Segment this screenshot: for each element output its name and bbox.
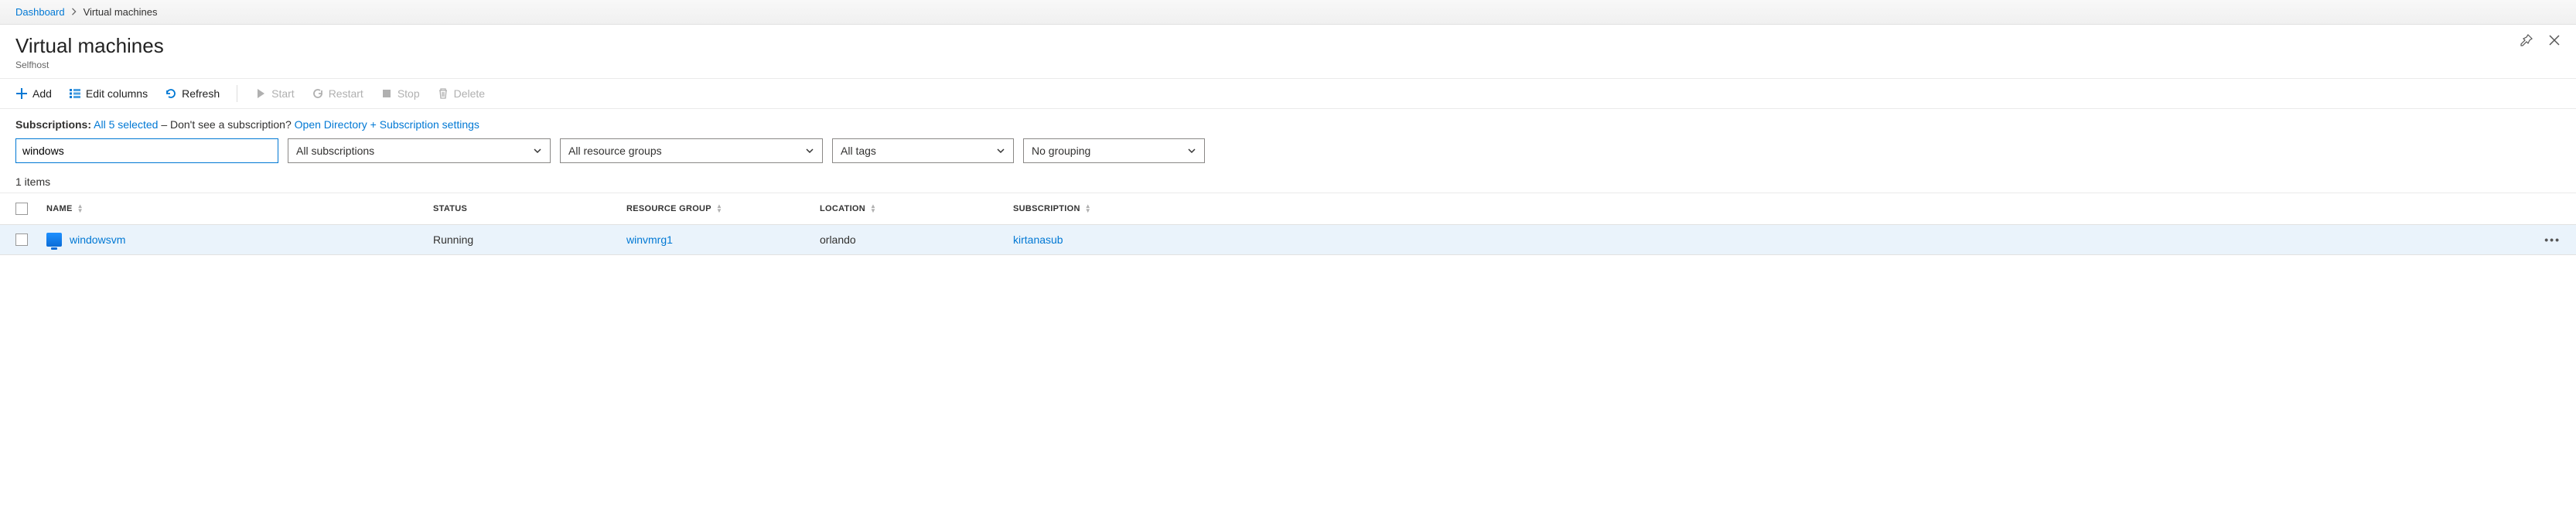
breadcrumb-dashboard-link[interactable]: Dashboard (15, 6, 65, 18)
edit-columns-button[interactable]: Edit columns (69, 87, 148, 100)
directory-settings-link[interactable]: Open Directory + Subscription settings (295, 118, 479, 131)
add-button[interactable]: Add (15, 87, 52, 100)
column-header-name[interactable]: Name ▲▼ (46, 204, 433, 213)
breadcrumb-separator-icon (71, 6, 77, 18)
table-header-row: Name ▲▼ Status Resource Group ▲▼ Locatio… (0, 193, 2576, 224)
tags-select-value: All tags (841, 145, 876, 157)
column-header-subscription[interactable]: Subscription ▲▼ (1013, 204, 1183, 213)
sort-icon: ▲▼ (1085, 204, 1091, 213)
tags-select[interactable]: All tags (832, 138, 1014, 163)
vm-name-link[interactable]: windowsvm (70, 233, 125, 246)
grouping-select-value: No grouping (1032, 145, 1090, 157)
breadcrumb-current: Virtual machines (84, 6, 158, 18)
subscriptions-line: Subscriptions: All 5 selected – Don't se… (15, 118, 2561, 131)
grouping-select[interactable]: No grouping (1023, 138, 1205, 163)
table-row[interactable]: windowsvm Running winvmrg1 orlando kirta… (0, 224, 2576, 255)
pin-icon[interactable] (2520, 34, 2533, 49)
stop-label: Stop (397, 87, 420, 100)
edit-columns-label: Edit columns (86, 87, 148, 100)
item-count: 1 items (0, 166, 2576, 193)
resource-group-select[interactable]: All resource groups (560, 138, 823, 163)
sort-icon: ▲▼ (77, 204, 84, 213)
subscriptions-selected-link[interactable]: All 5 selected (94, 118, 158, 131)
restart-button: Restart (312, 87, 363, 100)
column-header-location[interactable]: Location ▲▼ (820, 204, 1013, 213)
delete-button: Delete (437, 87, 485, 100)
title-bar: Virtual machines Selfhost (0, 25, 2576, 78)
chevron-down-icon (805, 146, 814, 155)
row-checkbox[interactable] (15, 233, 28, 246)
vm-table: Name ▲▼ Status Resource Group ▲▼ Locatio… (0, 193, 2576, 255)
start-label: Start (271, 87, 295, 100)
columns-icon (69, 87, 81, 100)
column-header-status[interactable]: Status (433, 204, 626, 213)
search-input[interactable] (15, 138, 278, 163)
start-button: Start (254, 87, 295, 100)
subscription-select[interactable]: All subscriptions (288, 138, 551, 163)
subscription-link[interactable]: kirtanasub (1013, 233, 1063, 246)
page-title: Virtual machines (15, 34, 2520, 58)
stop-button: Stop (380, 87, 420, 100)
chevron-down-icon (1187, 146, 1196, 155)
page-subtitle: Selfhost (15, 60, 2520, 70)
resource-group-link[interactable]: winvmrg1 (626, 233, 673, 246)
breadcrumb: Dashboard Virtual machines (0, 0, 2576, 25)
play-icon (254, 87, 267, 100)
subscriptions-missing-text: – Don't see a subscription? (161, 118, 294, 131)
vm-icon (46, 233, 62, 247)
plus-icon (15, 87, 28, 100)
stop-icon (380, 87, 393, 100)
subscriptions-label: Subscriptions: (15, 118, 91, 131)
sort-icon: ▲▼ (870, 204, 876, 213)
chevron-down-icon (533, 146, 542, 155)
cell-location: orlando (820, 233, 1013, 246)
trash-icon (437, 87, 449, 100)
chevron-down-icon (996, 146, 1005, 155)
sort-icon: ▲▼ (716, 204, 722, 213)
refresh-icon (165, 87, 177, 100)
refresh-button[interactable]: Refresh (165, 87, 220, 100)
toolbar: Add Edit columns Refresh Start Restart S… (0, 78, 2576, 109)
row-more-button[interactable]: ••• (2530, 233, 2561, 246)
resource-group-select-value: All resource groups (568, 145, 662, 157)
restart-icon (312, 87, 324, 100)
column-header-resource-group[interactable]: Resource Group ▲▼ (626, 204, 820, 213)
select-all-checkbox[interactable] (15, 203, 28, 215)
subscription-select-value: All subscriptions (296, 145, 374, 157)
add-label: Add (32, 87, 52, 100)
cell-status: Running (433, 233, 626, 246)
close-icon[interactable] (2548, 34, 2561, 49)
refresh-label: Refresh (182, 87, 220, 100)
restart-label: Restart (329, 87, 363, 100)
delete-label: Delete (454, 87, 485, 100)
